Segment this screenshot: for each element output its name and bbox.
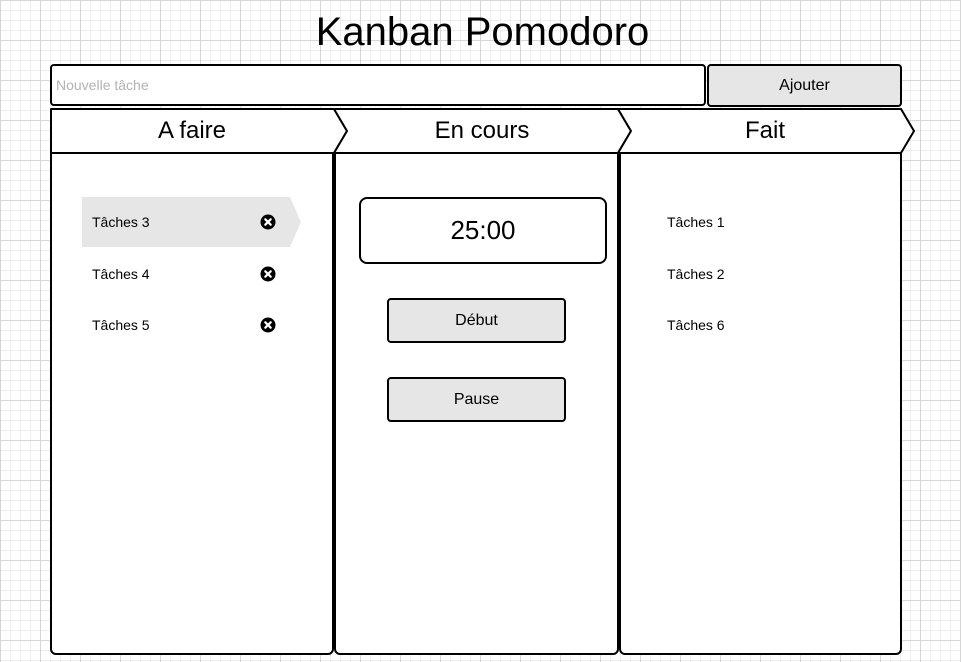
todo-task-item[interactable]: Tâches 3	[82, 197, 302, 247]
task-label: Tâches 5	[92, 317, 150, 333]
close-circle-icon[interactable]	[260, 214, 276, 230]
column-title-in-progress: En cours	[434, 117, 530, 144]
close-circle-icon[interactable]	[260, 266, 276, 282]
task-label: Tâches 4	[92, 266, 150, 282]
pomodoro-timer: 25:00	[359, 197, 607, 264]
done-task-item[interactable]: Tâches 2	[667, 264, 725, 284]
task-label: Tâches 3	[92, 214, 150, 230]
done-task-item[interactable]: Tâches 1	[667, 212, 725, 232]
pause-button[interactable]: Pause	[387, 377, 566, 422]
start-button[interactable]: Début	[387, 298, 566, 343]
todo-task-item[interactable]: Tâches 5	[82, 300, 302, 350]
column-title-done: Fait	[744, 117, 785, 144]
close-circle-icon[interactable]	[260, 317, 276, 333]
todo-task-item[interactable]: Tâches 4	[82, 249, 302, 299]
done-task-item[interactable]: Tâches 6	[667, 315, 725, 335]
column-title-todo: A faire	[157, 117, 227, 144]
